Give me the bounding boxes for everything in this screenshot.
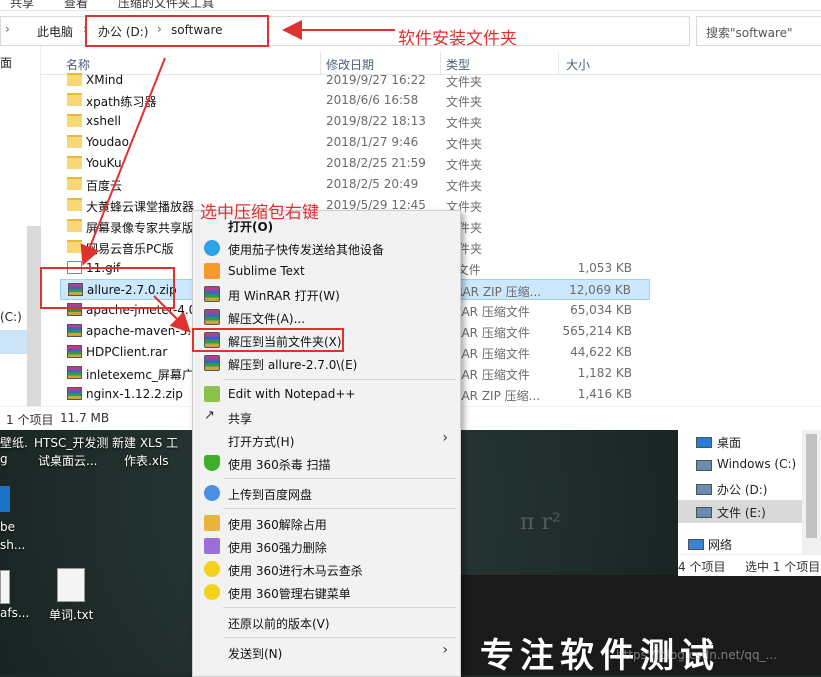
- arrow-to-zip: [80, 57, 166, 266]
- arrow-to-extract: [153, 295, 191, 333]
- annotation-arrows: [80, 20, 395, 333]
